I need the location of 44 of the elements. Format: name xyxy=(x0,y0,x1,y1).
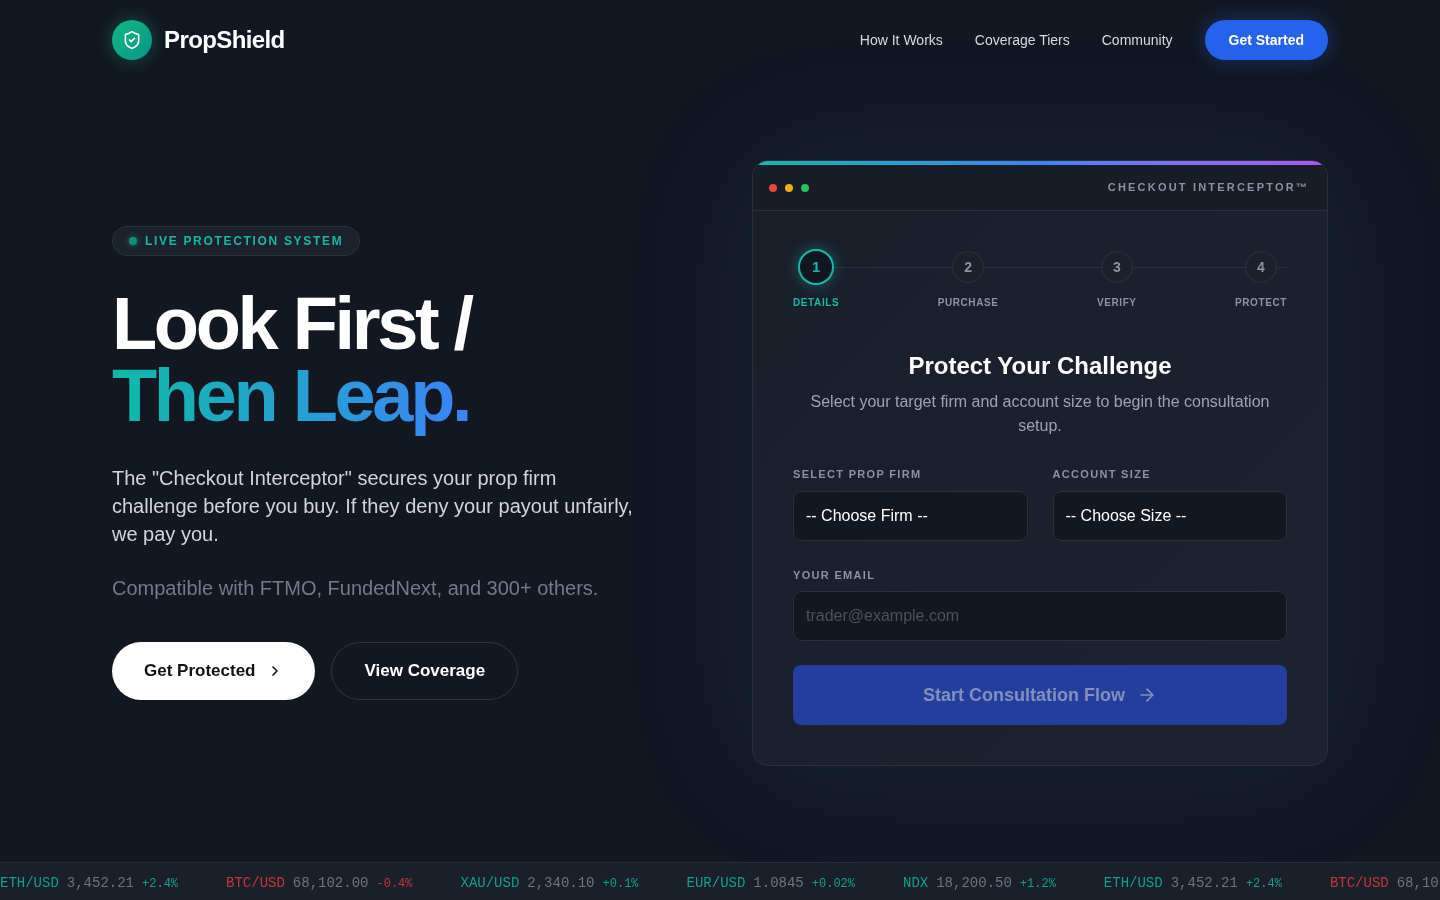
ticker-price: 68,10 xyxy=(1396,874,1439,893)
ticker-change: -0.4% xyxy=(376,876,413,893)
card-title: CHECKOUT INTERCEPTOR™ xyxy=(1107,180,1309,196)
ticker-change: +0.1% xyxy=(602,876,639,893)
firm-select[interactable]: -- Choose Firm -- xyxy=(793,490,1028,541)
hero-description: The "Checkout Interceptor" secures your prop firm challenge before you buy. If they deny your payout unfairly, we pay you. xyxy=(112,466,634,547)
ticker-symbol: ETH/USD xyxy=(0,874,59,893)
ticker-symbol: ETH/USD xyxy=(1103,874,1163,893)
ticker-price: 68,102.00 xyxy=(292,874,369,893)
ticker-change: +2.4% xyxy=(1245,876,1282,893)
form-heading: Protect Your Challenge xyxy=(907,351,1173,381)
nav-link[interactable]: Community xyxy=(1101,29,1173,51)
field-label: SELECT PROP FIRM xyxy=(793,467,923,482)
ticker-symbol: EUR/USD xyxy=(686,874,746,893)
ticker-price: 2,340.10 xyxy=(527,874,595,893)
get-protected-button[interactable]: Get Protected xyxy=(112,642,316,700)
ticker-price: 1.0845 xyxy=(753,874,804,893)
ticker-price: 18,200.50 xyxy=(936,874,1012,893)
ticker-symbol: XAU/USD xyxy=(460,874,520,893)
compatibility-note: Compatible with FTMO, FundedNext, and 300+ others. xyxy=(112,576,599,601)
ticker-price: 3,452.21 xyxy=(1170,874,1238,893)
size-select[interactable]: -- Choose Size -- xyxy=(1052,490,1287,541)
field-label: ACCOUNT SIZE xyxy=(1052,467,1152,482)
ticker-symbol: BTC/USD xyxy=(1329,874,1389,893)
step-label: PURCHASE xyxy=(937,296,999,310)
ticker-change: +1.2% xyxy=(1019,876,1056,893)
form-subheading: Select your target firm and account size to begin the consultation setup. xyxy=(809,392,1271,436)
email-field[interactable]: trader@example.com xyxy=(793,591,1287,641)
brand-name: PropShield xyxy=(164,25,285,55)
field-label: YOUR EMAIL xyxy=(793,567,877,583)
nav-link[interactable]: How It Works xyxy=(859,29,943,51)
step-label: VERIFY xyxy=(1096,296,1137,310)
headline-first-line: Look First / xyxy=(112,288,471,360)
nav-link[interactable]: Coverage Tiers xyxy=(974,29,1070,51)
get-started-button[interactable]: Get Started xyxy=(1204,20,1328,60)
step-label: PROTECT xyxy=(1235,296,1287,310)
badge-label: LIVE PROTECTION SYSTEM xyxy=(145,233,344,250)
ticker-symbol: NDX xyxy=(903,874,929,893)
ticker-change: +0.02% xyxy=(811,876,855,893)
ticker-symbol: BTC/USD xyxy=(226,874,285,893)
shield-logo-icon xyxy=(112,20,152,60)
step-label: DETAILS xyxy=(793,296,840,310)
ticker-price: 3,452.21 xyxy=(66,874,135,893)
ticker-change: +2.4% xyxy=(142,876,179,893)
